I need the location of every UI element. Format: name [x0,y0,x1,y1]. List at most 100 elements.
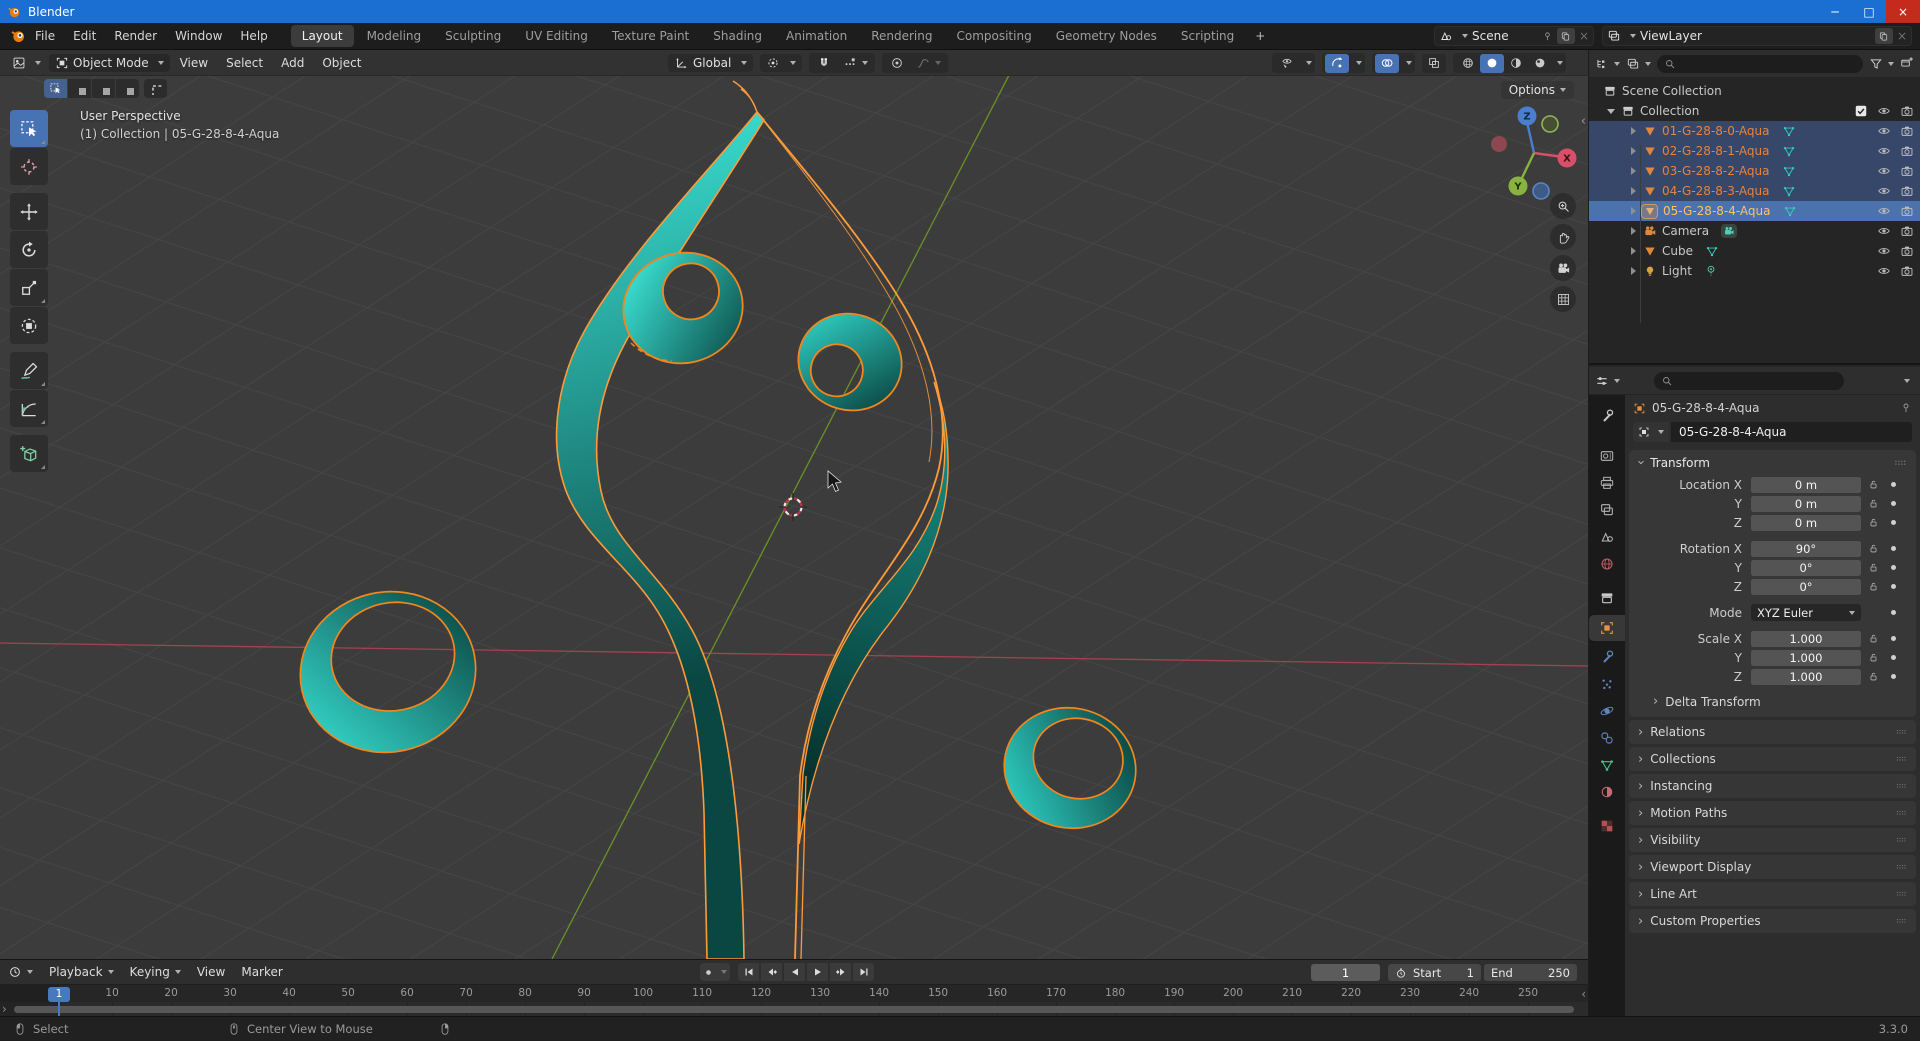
prev-keyframe-button[interactable] [761,963,782,981]
proportional-falloff-dropdown[interactable] [911,54,945,73]
animate-dot[interactable] [1891,610,1896,615]
workspace-tab[interactable]: Animation [775,25,858,47]
outliner-row-object[interactable]: 03-G-28-8-2-Aqua [1589,161,1920,181]
light-data-icon[interactable] [1704,264,1718,278]
frame-start-field[interactable]: Start1 [1388,964,1481,981]
animate-dot[interactable] [1891,636,1896,641]
workspace-tab[interactable]: Shading [702,25,773,47]
animate-dot[interactable] [1891,546,1896,551]
disclosure-triangle[interactable] [1631,147,1636,155]
animate-dot[interactable] [1891,520,1896,525]
outliner-row-object[interactable]: 04-G-28-8-3-Aqua [1589,181,1920,201]
properties-section[interactable]: ›Line Art [1629,882,1916,906]
panel-grip-icon[interactable] [1893,456,1907,470]
properties-section[interactable]: ›Instancing [1629,774,1916,798]
tool-cursor[interactable] [10,148,48,185]
tab-collection[interactable] [1589,585,1625,611]
hide-viewport-icon[interactable] [1877,264,1891,278]
tab-tool[interactable] [1589,403,1625,429]
maximize-button[interactable]: □ [1852,0,1886,23]
disable-render-icon[interactable] [1900,124,1914,138]
location-x-field[interactable]: 0 m [1751,477,1861,493]
scene-selector[interactable]: Scene × [1434,26,1594,46]
new-viewlayer-button[interactable] [1875,28,1893,44]
current-frame-field[interactable]: 1 [1311,964,1380,981]
outliner-row-active-object[interactable]: 05-G-28-8-4-Aqua [1589,201,1920,221]
disable-render-icon[interactable] [1900,164,1914,178]
tool-rotate[interactable] [10,231,48,268]
disclosure-triangle[interactable] [1631,267,1636,275]
scale-y-field[interactable]: 1.000 [1751,650,1861,666]
workspace-tab[interactable]: Texture Paint [601,25,700,47]
mode-selector[interactable]: Object Mode [49,54,170,72]
disclosure-triangle[interactable] [1631,227,1636,235]
workspace-tab[interactable]: Modeling [356,25,433,47]
mesh-data-icon[interactable] [1782,184,1796,198]
select-mode-invert[interactable] [116,79,139,98]
rotation-z-field[interactable]: 0° [1751,579,1861,595]
outliner-filter-button[interactable] [1869,57,1894,71]
mesh-flame-object[interactable] [557,81,948,959]
jump-to-end-button[interactable] [853,963,874,981]
rotation-mode-dropdown[interactable]: XYZ Euler [1751,604,1861,621]
3d-viewport[interactable]: Z X Y Object Mode View Select Add Object… [0,50,1588,959]
hide-viewport-icon[interactable] [1877,104,1891,118]
frame-end-field[interactable]: End250 [1484,964,1577,981]
sidebar-collapse-arrow[interactable]: ‹ [1581,114,1586,129]
viewlayer-name[interactable]: ViewLayer [1640,29,1871,43]
remove-viewlayer-button[interactable]: × [1897,29,1907,43]
outliner-row-light[interactable]: Light [1589,261,1920,281]
minimize-button[interactable]: ─ [1818,0,1852,23]
outliner-row-scene-collection[interactable]: Scene Collection [1589,81,1920,101]
select-mode-extend[interactable] [68,79,91,98]
hide-viewport-icon[interactable] [1877,204,1891,218]
disable-render-icon[interactable] [1900,104,1914,118]
options-button[interactable]: Options [1501,81,1574,99]
properties-section[interactable]: ›Custom Properties [1629,909,1916,933]
workspace-tab[interactable]: Layout [291,25,354,47]
disable-render-icon[interactable] [1900,144,1914,158]
show-overlays-toggle[interactable] [1375,54,1399,73]
properties-section[interactable]: ›Viewport Display [1629,855,1916,879]
scale-z-field[interactable]: 1.000 [1751,669,1861,685]
editor-type-button[interactable] [6,54,47,72]
outliner-row-cube[interactable]: Cube [1589,241,1920,261]
properties-section[interactable]: ›Relations [1629,720,1916,744]
menu-playback[interactable]: Playback [49,965,114,979]
pin-id-icon[interactable] [1900,402,1912,414]
snap-toggle[interactable] [812,54,836,73]
hide-viewport-icon[interactable] [1877,184,1891,198]
mesh-data-icon[interactable] [1783,204,1797,218]
object-type-dropdown[interactable] [1633,422,1669,442]
menu-view[interactable]: View [172,53,216,73]
timeline-scrollbar[interactable] [14,1006,1574,1013]
tab-physics[interactable] [1589,698,1625,724]
tool-annotate[interactable] [10,352,48,389]
animate-dot[interactable] [1891,584,1896,589]
menu-window[interactable]: Window [166,25,231,47]
tab-view-layer[interactable] [1589,497,1625,523]
lock-icon[interactable] [1861,543,1885,554]
auto-keying-toggle[interactable] [700,963,730,981]
navigation-gizmo[interactable]: Z X Y [1491,107,1577,200]
object-name-field[interactable]: 05-G-28-8-4-Aqua [1671,422,1912,442]
gizmo-neg-z-ball[interactable] [1533,183,1549,199]
workspace-tab[interactable]: Compositing [945,25,1042,47]
workspace-tab[interactable]: UV Editing [514,25,599,47]
mesh-data-icon[interactable] [1705,244,1719,258]
lock-icon[interactable] [1861,633,1885,644]
outliner-row-object[interactable]: 01-G-28-8-0-Aqua [1589,121,1920,141]
animate-dot[interactable] [1891,565,1896,570]
mesh-data-icon[interactable] [1782,144,1796,158]
scale-x-field[interactable]: 1.000 [1751,631,1861,647]
properties-section[interactable]: ›Visibility [1629,828,1916,852]
orthographic-toggle-button[interactable] [1550,286,1576,312]
tab-world[interactable] [1589,551,1625,577]
animate-dot[interactable] [1891,482,1896,487]
properties-search-input[interactable] [1654,372,1844,390]
lock-icon[interactable] [1861,581,1885,592]
tool-add-cube[interactable] [10,435,48,472]
mesh-ring-bottom-left[interactable] [285,575,490,768]
tab-constraints[interactable] [1589,725,1625,751]
camera-view-button[interactable] [1550,255,1576,281]
